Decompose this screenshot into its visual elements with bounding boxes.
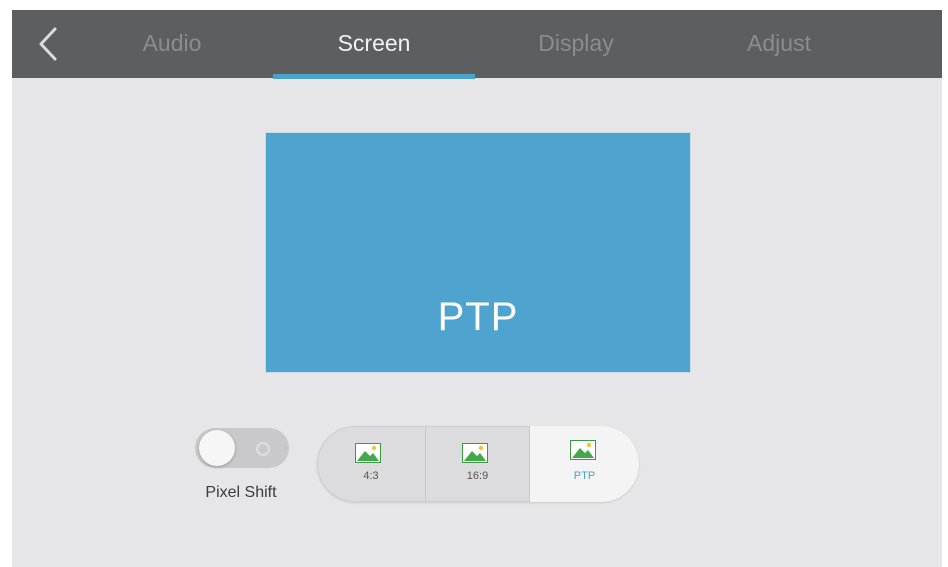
back-button[interactable] — [34, 26, 64, 62]
tab-audio[interactable]: Audio — [112, 10, 232, 78]
landscape-image-icon — [462, 443, 488, 463]
aspect-option-4-3[interactable]: 4:3 — [317, 426, 425, 502]
aspect-option-16-9[interactable]: 16:9 — [426, 426, 529, 502]
active-tab-indicator — [273, 74, 475, 79]
tab-display[interactable]: Display — [502, 10, 650, 78]
pixel-shift-label: Pixel Shift — [205, 484, 277, 501]
screen-settings-window: Audio Screen Display Adjust PTP Pixel Sh… — [12, 10, 942, 567]
toggle-off-indicator-icon — [256, 442, 270, 456]
landscape-image-icon — [570, 440, 596, 460]
aspect-preview-panel: PTP — [265, 132, 691, 373]
aspect-option-ptp[interactable]: PTP — [530, 426, 639, 502]
landscape-image-icon — [355, 443, 381, 463]
aspect-ratio-selector: 4:3 16:9 PTP — [317, 426, 639, 502]
preview-mode-label: PTP — [437, 295, 519, 339]
toggle-knob — [199, 430, 235, 466]
aspect-option-label: 4:3 — [363, 470, 379, 482]
tab-adjust[interactable]: Adjust — [714, 10, 844, 78]
chevron-left-icon — [39, 27, 57, 61]
aspect-option-label: 16:9 — [466, 470, 489, 482]
top-navigation-bar: Audio Screen Display Adjust — [12, 10, 942, 79]
tab-screen[interactable]: Screen — [314, 10, 434, 78]
aspect-option-label: PTP — [573, 470, 596, 482]
pixel-shift-toggle[interactable] — [195, 428, 289, 468]
